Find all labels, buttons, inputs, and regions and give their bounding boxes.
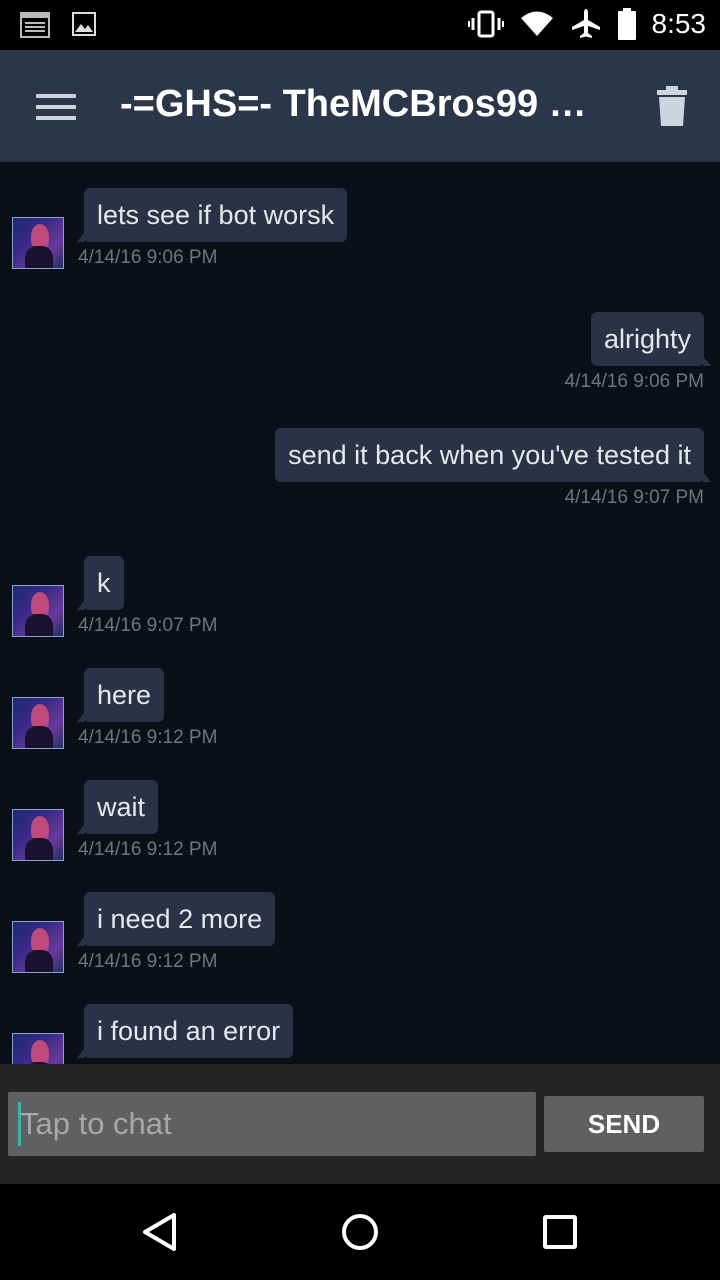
message-bubble-incoming[interactable]: here [76,668,165,722]
message-timestamp: 4/14/16 9:12 PM [78,951,218,972]
app-bar: -=GHS=- TheMCBros99 #... [0,50,720,162]
message-timestamp: 4/14/16 9:06 PM [564,371,704,392]
avatar[interactable] [12,1033,64,1064]
back-triangle-icon[interactable] [138,1210,182,1254]
chat-input[interactable] [8,1092,536,1156]
hamburger-menu-icon[interactable] [36,94,76,120]
vibrate-icon [467,10,504,38]
chat-input-bar: SEND [0,1064,720,1184]
message-timestamp: 4/14/16 9:12 PM [78,839,218,860]
airplane-icon [571,9,600,38]
message-bubble-outgoing[interactable]: send it back when you've tested it [275,428,711,482]
message-timestamp: 4/14/16 9:12 PM [78,727,218,748]
message-bubble-incoming[interactable]: lets see if bot worsk [76,188,348,242]
image-icon [72,12,96,36]
avatar[interactable] [12,809,64,861]
clock-time: 8:53 [651,8,707,39]
message-bubble-incoming[interactable]: wait [76,780,159,834]
message-bubble-incoming[interactable]: i found an error [76,1004,294,1058]
battery-icon [617,8,636,40]
message-timestamp: 4/14/16 9:07 PM [78,615,218,636]
avatar[interactable] [12,217,64,269]
avatar[interactable] [12,585,64,637]
message-bubble-incoming[interactable]: i need 2 more [76,892,276,946]
notes-icon [20,12,50,38]
avatar[interactable] [12,697,64,749]
message-timestamp: 4/14/16 9:07 PM [564,487,704,508]
chat-title: -=GHS=- TheMCBros99 #... [120,83,600,125]
home-circle-icon[interactable] [338,1210,382,1254]
chat-message-list[interactable]: lets see if bot worsk 4/14/16 9:06 PM al… [0,162,720,1064]
system-nav-bar [0,1184,720,1280]
wifi-icon [520,11,553,36]
send-button[interactable]: SEND [544,1096,704,1152]
recents-square-icon[interactable] [538,1210,582,1254]
status-bar: 8:53 [0,0,720,50]
text-caret [18,1102,21,1146]
trash-icon[interactable] [656,86,688,126]
message-bubble-incoming[interactable]: k [77,556,124,610]
message-timestamp: 4/14/16 9:06 PM [78,247,218,268]
message-bubble-outgoing[interactable]: alrighty [590,312,712,366]
avatar[interactable] [12,921,64,973]
